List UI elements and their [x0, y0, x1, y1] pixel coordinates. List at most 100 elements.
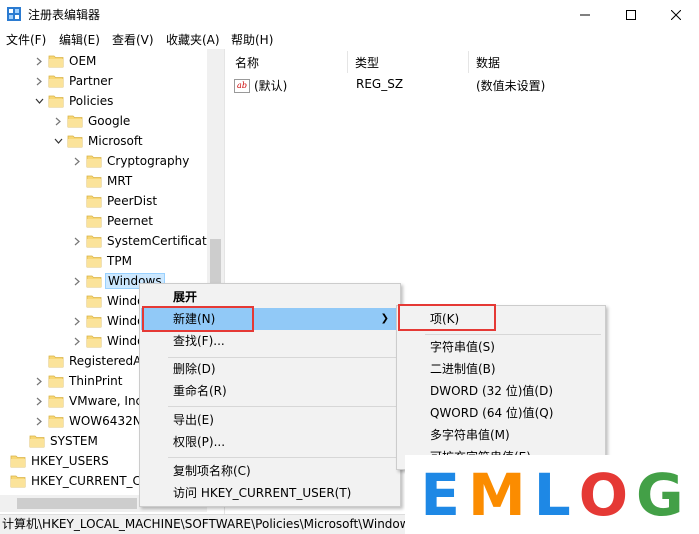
folder-icon	[48, 414, 64, 428]
ctx-rename[interactable]: 重命名(R)	[141, 380, 399, 402]
chevron-right-icon[interactable]	[33, 371, 45, 391]
menu-separator	[425, 334, 601, 335]
folder-icon	[48, 354, 64, 368]
tree-item[interactable]: HKEY_CURRENT_CON	[0, 471, 161, 491]
folder-icon	[48, 74, 64, 88]
chevron-right-icon[interactable]	[71, 231, 83, 251]
tree-item[interactable]: ThinPrint	[33, 371, 124, 391]
menu-view[interactable]: 查看(V)	[112, 31, 154, 48]
chevron-right-icon[interactable]	[33, 391, 45, 411]
tree-item-label: Policies	[69, 94, 114, 108]
tree-item-label: Peernet	[107, 214, 153, 228]
tree-item[interactable]: VMware, Inc.	[33, 391, 148, 411]
watermark-letter: G	[636, 460, 684, 529]
tree-item[interactable]: Peernet	[71, 211, 155, 231]
folder-icon	[48, 54, 64, 68]
registry-editor-window: 注册表编辑器 文件(F) 编辑(E) 查看(V) 收藏夹(A) 帮助(H) OE…	[0, 0, 699, 534]
submenu-binary-value[interactable]: 二进制值(B)	[398, 358, 604, 380]
submenu-qword-value[interactable]: QWORD (64 位)值(Q)	[398, 402, 604, 424]
tree-item[interactable]: Google	[52, 111, 132, 131]
menu-bar: 文件(F) 编辑(E) 查看(V) 收藏夹(A) 帮助(H)	[0, 29, 699, 49]
folder-icon	[86, 154, 102, 168]
folder-icon	[86, 294, 102, 308]
folder-icon	[86, 254, 102, 268]
chevron-right-icon[interactable]	[52, 111, 64, 131]
ctx-find[interactable]: 查找(F)...	[141, 330, 399, 352]
minimize-button[interactable]	[562, 0, 608, 30]
maximize-icon	[626, 10, 636, 20]
folder-icon	[67, 114, 83, 128]
ctx-delete[interactable]: 删除(D)	[141, 358, 399, 380]
value-row-name[interactable]: ab (默认)	[234, 77, 287, 94]
tree-item-label: Microsoft	[88, 134, 143, 148]
value-name: (默认)	[254, 79, 288, 93]
folder-icon	[86, 214, 102, 228]
folder-icon	[29, 434, 45, 448]
tree-item-label: Cryptography	[107, 154, 190, 168]
watermark-letter: M	[468, 460, 526, 529]
menu-separator	[168, 457, 396, 458]
chevron-right-icon: ❯	[380, 313, 389, 324]
chevron-right-icon[interactable]	[33, 71, 45, 91]
tree-item[interactable]: Policies	[33, 91, 115, 111]
tree-item[interactable]: SystemCertificates	[71, 231, 222, 251]
folder-icon	[86, 234, 102, 248]
folder-icon	[10, 474, 26, 488]
tree-item[interactable]: Microsoft	[52, 131, 145, 151]
watermark-letter: O	[578, 460, 628, 529]
tree-item-label: ThinPrint	[69, 374, 123, 388]
folder-icon	[86, 314, 102, 328]
highlight-box-key	[398, 304, 496, 331]
tree-item[interactable]: OEM	[33, 51, 98, 71]
chevron-right-icon[interactable]	[71, 311, 83, 331]
tree-item[interactable]: HKEY_USERS	[0, 451, 111, 471]
menu-help[interactable]: 帮助(H)	[231, 31, 273, 48]
submenu-multi-string-value[interactable]: 多字符串值(M)	[398, 424, 604, 446]
tree-item[interactable]: Cryptography	[71, 151, 191, 171]
menu-separator	[168, 406, 396, 407]
ctx-permissions[interactable]: 权限(P)...	[141, 431, 399, 453]
submenu-string-value[interactable]: 字符串值(S)	[398, 336, 604, 358]
folder-icon	[67, 134, 83, 148]
tree-item-label: PeerDist	[107, 194, 158, 208]
title-bar: 注册表编辑器	[0, 0, 699, 30]
tree-item-label: TPM	[107, 254, 132, 268]
tree-item[interactable]: SYSTEM	[14, 431, 100, 451]
ctx-copy-key-name[interactable]: 复制项名称(C)	[141, 460, 399, 482]
menu-favorites[interactable]: 收藏夹(A)	[166, 31, 220, 48]
minimize-icon	[580, 14, 590, 16]
tree-item[interactable]: MRT	[71, 171, 134, 191]
maximize-button[interactable]	[608, 0, 654, 30]
chevron-down-icon[interactable]	[33, 91, 45, 111]
menu-edit[interactable]: 编辑(E)	[59, 31, 100, 48]
watermark-letter: E	[420, 460, 460, 529]
folder-icon	[48, 394, 64, 408]
column-name[interactable]: 名称	[228, 51, 348, 73]
tree-item-label: Google	[88, 114, 131, 128]
tree-item[interactable]: TPM	[71, 251, 134, 271]
chevron-down-icon[interactable]	[52, 131, 64, 151]
close-button[interactable]	[653, 0, 699, 30]
tree-item[interactable]: PeerDist	[71, 191, 159, 211]
tree-item-label: VMware, Inc.	[69, 394, 146, 408]
ctx-expand[interactable]: 展开	[141, 286, 399, 308]
ctx-goto-hkcu[interactable]: 访问 HKEY_CURRENT_USER(T)	[141, 482, 399, 504]
chevron-right-icon[interactable]	[71, 271, 83, 291]
chevron-right-icon[interactable]	[71, 151, 83, 171]
submenu-dword-value[interactable]: DWORD (32 位)值(D)	[398, 380, 604, 402]
column-type[interactable]: 类型	[348, 51, 468, 73]
close-icon	[671, 10, 681, 20]
ctx-export[interactable]: 导出(E)	[141, 409, 399, 431]
chevron-right-icon[interactable]	[71, 331, 83, 351]
watermark-letter: L	[533, 460, 571, 529]
menu-file[interactable]: 文件(F)	[6, 31, 46, 48]
column-data[interactable]: 数据	[469, 51, 669, 73]
chevron-right-icon[interactable]	[33, 51, 45, 71]
tree-item[interactable]: Partner	[33, 71, 115, 91]
folder-icon	[48, 94, 64, 108]
tree-hscroll-thumb[interactable]	[17, 498, 137, 509]
chevron-right-icon[interactable]	[33, 411, 45, 431]
